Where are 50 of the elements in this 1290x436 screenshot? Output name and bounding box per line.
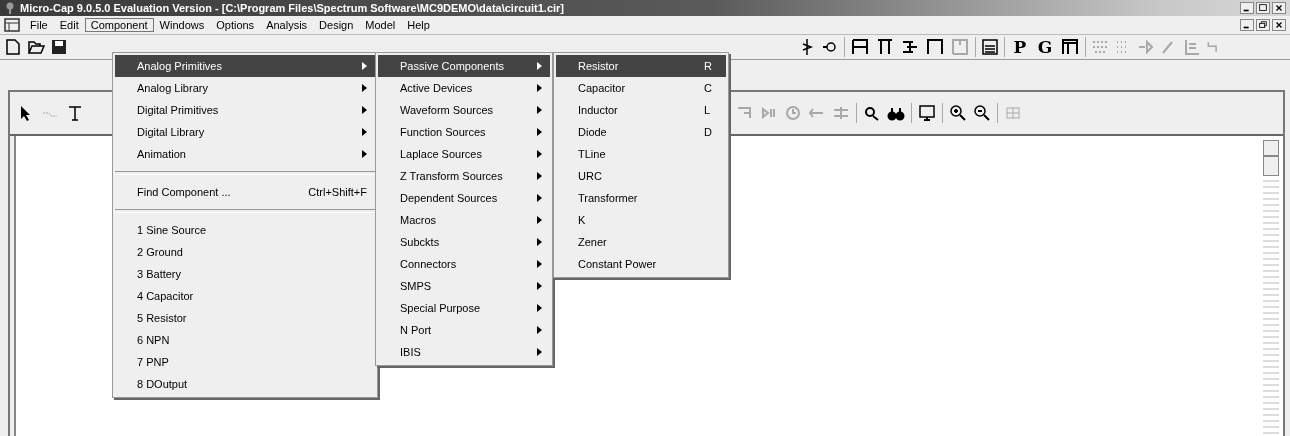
menu-item[interactable]: SMPS bbox=[378, 275, 550, 297]
menu-item[interactable]: Capacitor C bbox=[556, 77, 726, 99]
menu-item[interactable]: 3 Battery bbox=[115, 263, 375, 285]
toolbar-button[interactable]: P bbox=[1010, 37, 1030, 57]
menu-item[interactable]: TLine bbox=[556, 143, 726, 165]
menu-item[interactable]: 5 Resistor bbox=[115, 307, 375, 329]
menu-item[interactable]: 7 PNP bbox=[115, 351, 375, 373]
menu-item[interactable]: 2 Ground bbox=[115, 241, 375, 263]
menu-item[interactable]: 4 Capacitor bbox=[115, 285, 375, 307]
menu[interactable]: Edit bbox=[53, 18, 85, 32]
menu-item[interactable]: 8 DOutput bbox=[115, 373, 375, 395]
menu-item[interactable]: Dependent Sources bbox=[378, 187, 550, 209]
menu-item[interactable]: Macros bbox=[378, 209, 550, 231]
menu-item[interactable]: Connectors bbox=[378, 253, 550, 275]
menu[interactable]: Options bbox=[210, 18, 261, 32]
menu-item[interactable]: K bbox=[556, 209, 726, 231]
toolbar-button[interactable]: G bbox=[1035, 37, 1055, 57]
menu-item[interactable]: Subckts bbox=[378, 231, 550, 253]
menu-item[interactable]: Waveform Sources bbox=[378, 99, 550, 121]
menu-item[interactable]: Animation bbox=[115, 143, 375, 165]
menu[interactable]: Windows bbox=[153, 18, 211, 32]
menu-item[interactable]: Diode D bbox=[556, 121, 726, 143]
menu-item[interactable]: 1 Sine Source bbox=[115, 219, 375, 241]
menu-item[interactable]: 6 NPN bbox=[115, 329, 375, 351]
menu-item[interactable]: Resistor R bbox=[556, 55, 726, 77]
menu[interactable]: Analysis bbox=[260, 18, 314, 32]
menu[interactable]: File bbox=[24, 18, 54, 32]
menu-item[interactable]: Analog Primitives bbox=[115, 55, 375, 77]
menu-item[interactable]: Digital Library bbox=[115, 121, 375, 143]
menu[interactable]: Design bbox=[313, 18, 360, 32]
menu-item[interactable]: Analog Library bbox=[115, 77, 375, 99]
window-title: Micro-Cap 9.0.5.0 Evaluation Version - [C:\Program Files\Spectrum Software\MC9DEMO\data\circuit1.cir] bbox=[20, 2, 565, 14]
menu-item[interactable]: Zener bbox=[556, 231, 726, 253]
menu-item[interactable]: Find Component ... Ctrl+Shift+F bbox=[115, 181, 375, 203]
menu-item[interactable]: Z Transform Sources bbox=[378, 165, 550, 187]
menu-item[interactable]: Constant Power bbox=[556, 253, 726, 275]
menu[interactable]: Component bbox=[84, 18, 154, 32]
menu-item[interactable]: Active Devices bbox=[378, 77, 550, 99]
menu-item[interactable]: Transformer bbox=[556, 187, 726, 209]
menu[interactable]: Help bbox=[401, 18, 436, 32]
menu-item[interactable]: Function Sources bbox=[378, 121, 550, 143]
menu-item[interactable]: Special Purpose bbox=[378, 297, 550, 319]
menu-item[interactable]: N Port bbox=[378, 319, 550, 341]
menu-item[interactable]: Laplace Sources bbox=[378, 143, 550, 165]
menu[interactable]: Model bbox=[359, 18, 402, 32]
menu-item[interactable]: Digital Primitives bbox=[115, 99, 375, 121]
menu-item[interactable]: Passive Components bbox=[378, 55, 550, 77]
menu-item[interactable]: URC bbox=[556, 165, 726, 187]
menu-item[interactable]: IBIS bbox=[378, 341, 550, 363]
menu-item[interactable]: Inductor L bbox=[556, 99, 726, 121]
